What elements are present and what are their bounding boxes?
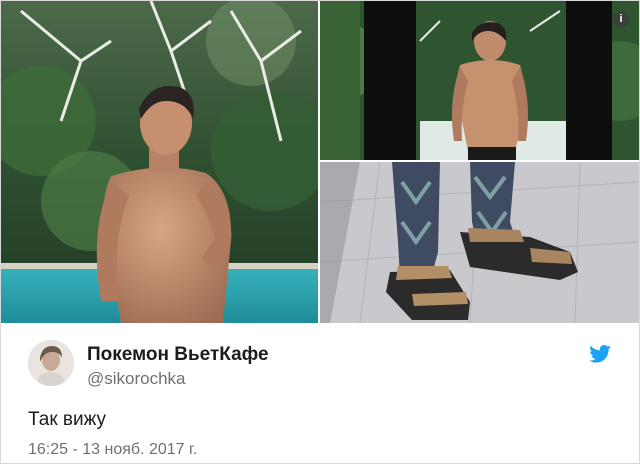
photo-top-right-image bbox=[320, 1, 639, 160]
user-handle[interactable]: @sikorochka bbox=[87, 369, 186, 389]
display-name[interactable]: Покемон ВьетКафе bbox=[87, 344, 269, 366]
tweet-text: Так вижу bbox=[28, 409, 107, 430]
tweet-timestamp[interactable]: 16:25 - 13 нояб. 2017 г. bbox=[28, 441, 197, 459]
photo-left[interactable] bbox=[1, 1, 318, 323]
info-icon[interactable]: i bbox=[613, 11, 629, 27]
avatar[interactable] bbox=[28, 340, 74, 386]
photo-bottom-right-image bbox=[320, 162, 639, 323]
tweet-card: i Покемон ВьетКафе @sikorochka Так вижу … bbox=[0, 0, 640, 464]
avatar-image bbox=[28, 340, 74, 386]
photo-top-right[interactable]: i bbox=[320, 1, 639, 160]
tweet-body: Покемон ВьетКафе @sikorochka Так вижу 16… bbox=[1, 323, 639, 463]
twitter-bird-icon[interactable] bbox=[589, 345, 611, 363]
photo-left-image bbox=[1, 1, 318, 323]
photo-bottom-right[interactable] bbox=[320, 162, 639, 323]
media-grid: i bbox=[1, 1, 639, 323]
